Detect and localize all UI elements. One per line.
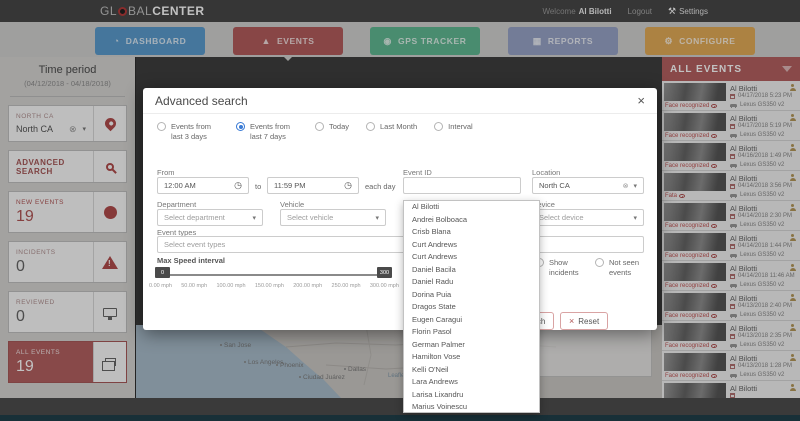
device-select[interactable]: Select device ▾ bbox=[532, 209, 644, 226]
slider-handle-min[interactable]: 0 bbox=[155, 267, 170, 278]
driver-option[interactable]: Kelli O'Neil bbox=[404, 364, 539, 377]
period-radio[interactable]: Last Month bbox=[366, 122, 417, 142]
department-select[interactable]: Select department ▾ bbox=[157, 209, 263, 226]
driver-option[interactable]: Daniel Radu bbox=[404, 276, 539, 289]
from-label: From bbox=[157, 168, 175, 177]
modal-title: Advanced search bbox=[155, 93, 248, 108]
driver-option[interactable]: Andrei Bolboaca bbox=[404, 214, 539, 227]
driver-option[interactable]: German Palmer bbox=[404, 339, 539, 352]
driver-option[interactable]: Dorina Puia bbox=[404, 289, 539, 302]
from-time-input[interactable]: 12:00 AM ◷ bbox=[157, 177, 249, 194]
slider-tick-label: 200.00 mph bbox=[293, 283, 323, 289]
to-time-input[interactable]: 11:59 PM ◷ bbox=[267, 177, 359, 194]
chevron-down-icon: ▾ bbox=[633, 214, 637, 222]
slider-tick-label: 250.00 mph bbox=[331, 283, 361, 289]
location-label: Location bbox=[532, 168, 561, 177]
slider-tick-label: 0.00 mph bbox=[149, 283, 172, 289]
slider-tick-label: 50.00 mph bbox=[181, 283, 208, 289]
not-seen-events-radio[interactable]: Not seen events bbox=[595, 258, 657, 278]
period-radio-group: Events from last 3 days Events from last… bbox=[157, 122, 473, 142]
driver-option[interactable]: Eugen Caragui bbox=[404, 314, 539, 327]
close-icon[interactable]: × bbox=[637, 94, 645, 107]
driver-option[interactable]: Marius Voinescu bbox=[404, 401, 539, 412]
reset-button[interactable]: × Reset bbox=[560, 312, 609, 330]
slider-tick-label: 150.00 mph bbox=[254, 283, 284, 289]
speed-slider-track[interactable] bbox=[157, 274, 391, 276]
slider-handle-max[interactable]: 300 bbox=[377, 267, 392, 278]
modal-location-select[interactable]: North CA ⊗ ▾ bbox=[532, 177, 644, 194]
driver-option[interactable]: Daniel Bacila bbox=[404, 264, 539, 277]
event-id-input[interactable] bbox=[403, 177, 521, 194]
driver-option[interactable]: Crisb Blana bbox=[404, 226, 539, 239]
to-label: to bbox=[255, 182, 262, 191]
vehicle-label: Vehicle bbox=[280, 200, 305, 209]
advanced-search-modal: Advanced search × Events from last 3 day… bbox=[143, 88, 657, 330]
driver-option[interactable]: Curt Andrews bbox=[404, 239, 539, 252]
driver-option[interactable]: Dragos State bbox=[404, 301, 539, 314]
driver-option[interactable]: Al Bilotti bbox=[404, 201, 539, 214]
x-icon: × bbox=[569, 315, 575, 326]
chevron-down-icon[interactable]: ▾ bbox=[633, 182, 637, 190]
event-types-input[interactable]: Select event types bbox=[157, 236, 644, 253]
driver-option[interactable]: Hamilton Vose bbox=[404, 351, 539, 364]
slider-tick-label: 300.00 mph bbox=[369, 283, 399, 289]
clock-icon[interactable]: ◷ bbox=[234, 180, 242, 191]
clock-icon[interactable]: ◷ bbox=[344, 180, 352, 191]
period-radio[interactable]: Events from last 3 days bbox=[157, 122, 219, 142]
driver-dropdown: Al Bilotti Andrei Bolboaca Crisb Blana Curt… bbox=[403, 200, 540, 413]
slider-ticks: 0.00 mph 50.00 mph 100.00 mph 150.00 mph 200… bbox=[149, 283, 399, 289]
driver-option[interactable]: Florin Pasol bbox=[404, 326, 539, 339]
show-incidents-radio[interactable]: Show incidents bbox=[535, 258, 597, 278]
period-radio[interactable]: Events from last 7 days bbox=[236, 122, 298, 142]
vehicle-select[interactable]: Select vehicle ▾ bbox=[280, 209, 386, 226]
clear-icon[interactable]: ⊗ bbox=[623, 182, 629, 190]
driver-option[interactable]: Curt Andrews bbox=[404, 251, 539, 264]
max-speed-label: Max Speed interval bbox=[157, 256, 225, 265]
period-radio[interactable]: Today bbox=[315, 122, 349, 142]
driver-option[interactable]: Larisa Lixandru bbox=[404, 389, 539, 402]
each-day-label: each day bbox=[365, 182, 396, 191]
slider-tick-label: 100.00 mph bbox=[216, 283, 246, 289]
chevron-down-icon: ▾ bbox=[252, 214, 256, 222]
driver-option[interactable]: Lara Andrews bbox=[404, 376, 539, 389]
period-radio[interactable]: Interval bbox=[434, 122, 473, 142]
department-label: Department bbox=[157, 200, 197, 209]
event-id-label: Event ID bbox=[403, 168, 432, 177]
app-screen: GL BAL CENTER Welcome Al Bilotti Logout ⚒ Se… bbox=[0, 0, 800, 421]
chevron-down-icon: ▾ bbox=[375, 214, 379, 222]
